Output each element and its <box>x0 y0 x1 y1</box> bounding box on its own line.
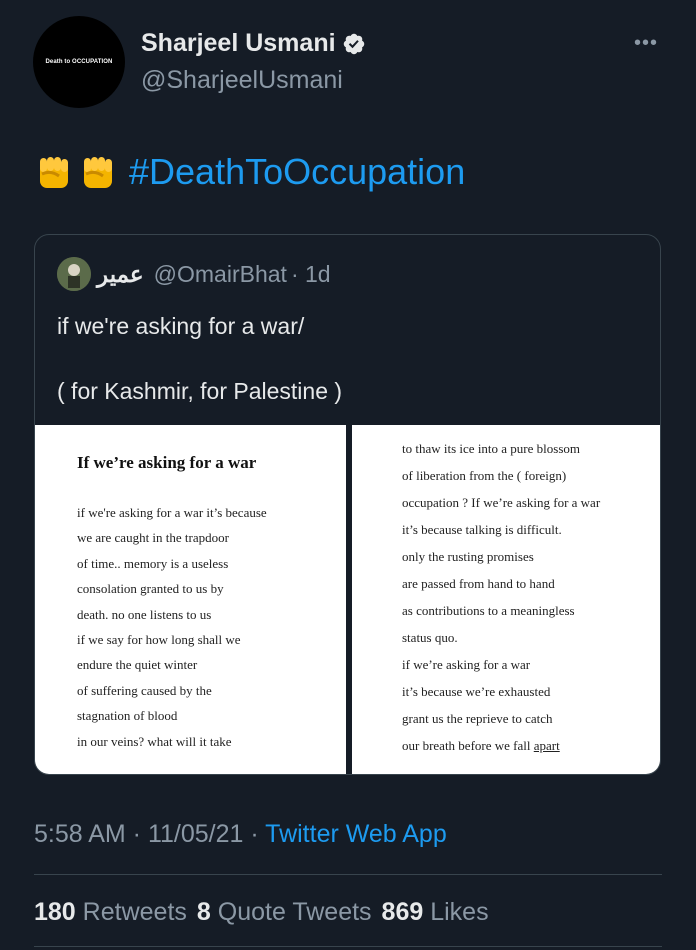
tweet-meta: 5:58 AM · 11/05/21 · Twitter Web App <box>34 820 447 849</box>
quoted-text-line1: if we're asking for a war/ <box>57 313 305 339</box>
quoted-tweet[interactable]: عمير @OmairBhat · 1d if we're asking for… <box>34 234 661 775</box>
author-avatar[interactable]: Death to OCCUPATION <box>33 16 125 108</box>
avatar-text: Death to OCCUPATION <box>45 59 113 65</box>
likes-count: 869 <box>381 898 424 926</box>
poem-line: of time.. memory is a useless <box>77 555 229 571</box>
poem-line-text: are passed from hand to hand <box>402 576 555 591</box>
poem-line: grant us the reprieve to catch <box>402 711 553 727</box>
tweet-text: #DeathToOccupation <box>37 151 465 193</box>
poem-line-text: if we’re asking for a war <box>402 657 531 672</box>
poem-line: only the rusting promises <box>402 549 534 565</box>
author-name[interactable]: Sharjeel Usmani <box>141 29 336 58</box>
quotes-label: Quote Tweets <box>217 898 372 926</box>
retweets-stat[interactable]: 180 Retweets <box>34 898 187 927</box>
poem-line-text: only the rusting promises <box>402 549 534 564</box>
avatar-image-icon <box>57 257 91 291</box>
poem-line: we are caught in the trapdoor <box>77 530 229 546</box>
verified-badge-icon <box>343 33 364 54</box>
poem-line-text: grant us the reprieve to catch <box>402 711 553 726</box>
poem-image-left[interactable]: If we’re asking for a war if we're askin… <box>35 425 346 774</box>
poem-line: in our veins? what will it take <box>77 733 232 749</box>
more-options-icon[interactable]: ••• <box>634 32 658 55</box>
poem-line: death. no one listens to us <box>77 606 212 622</box>
retweets-count: 180 <box>34 898 76 926</box>
poem-line-underlined: apart <box>533 738 560 753</box>
raised-fist-icon <box>40 157 68 188</box>
author-handle[interactable]: @SharjeelUsmani <box>141 66 343 95</box>
poem-line: of suffering caused by the <box>77 682 212 698</box>
poem-title: If we’re asking for a war <box>77 453 257 472</box>
poem-line: status quo. <box>402 630 458 646</box>
quoted-author-handle[interactable]: @OmairBhat <box>154 261 287 288</box>
hashtag-link[interactable]: #DeathToOccupation <box>129 151 465 193</box>
poem-line: if we're asking for a war it’s because <box>77 505 267 520</box>
quote-tweets-stat[interactable]: 8 Quote Tweets <box>197 898 372 927</box>
poem-line-text: to thaw its ice into a pure blossom <box>402 441 581 456</box>
poem-line: our breath before we fall apart <box>402 738 560 754</box>
quoted-text-line2: ( for Kashmir, for Palestine ) <box>57 378 343 404</box>
poem-line: consolation granted to us by <box>77 581 224 597</box>
poem-line-text: of liberation from the ( foreign) <box>402 468 567 483</box>
quotes-count: 8 <box>196 898 211 926</box>
poem-line: it’s because we’re exhausted <box>402 684 550 700</box>
poem-line-text: as contributions to a meaningless <box>402 603 575 618</box>
tweet-stats: 180 Retweets 8 Quote Tweets 869 Likes <box>34 898 499 927</box>
poem-line: endure the quiet winter <box>77 657 198 673</box>
divider <box>34 946 662 947</box>
poem-line-text: it’s because we’re exhausted <box>402 684 551 699</box>
retweets-label: Retweets <box>82 898 187 926</box>
poem-line: occupation ? If we’re asking for a war <box>402 495 600 511</box>
poem-line: as contributions to a meaningless <box>402 603 575 619</box>
poem-line: if we say for how long shall we <box>77 632 241 647</box>
quoted-author-name[interactable]: عمير <box>97 261 144 288</box>
likes-stat[interactable]: 869 Likes <box>382 898 489 927</box>
author-name-row[interactable]: Sharjeel Usmani <box>141 29 366 58</box>
poem-line-text: occupation ? If we’re asking for a war <box>402 495 601 510</box>
poem-line: are passed from hand to hand <box>402 576 555 592</box>
poem-line: of liberation from the ( foreign) <box>402 468 566 484</box>
tweet-timestamp[interactable]: 5:58 AM · 11/05/21 · <box>34 820 265 848</box>
divider <box>34 874 662 875</box>
quoted-avatar[interactable] <box>57 257 91 291</box>
poem-line: it’s because talking is difficult. <box>402 522 562 538</box>
poem-line: if we’re asking for a war <box>402 657 530 673</box>
poem-image-right[interactable]: to thaw its ice into a pure blossom of li… <box>352 425 660 774</box>
quoted-images: If we’re asking for a war if we're askin… <box>35 425 660 774</box>
tweet-source-app[interactable]: Twitter Web App <box>265 820 447 848</box>
quoted-tweet-header: عمير @OmairBhat · 1d <box>57 257 331 291</box>
raised-fist-icon <box>84 157 112 188</box>
poem-line: to thaw its ice into a pure blossom <box>402 441 580 457</box>
poem-line: stagnation of blood <box>77 708 178 724</box>
quoted-timestamp: · 1d <box>290 260 331 287</box>
likes-label: Likes <box>430 898 489 926</box>
poem-line-text: it’s because talking is difficult. <box>402 522 562 537</box>
poem-line-text: status quo. <box>402 630 458 645</box>
poem-line-text: our breath before we fall <box>402 738 534 753</box>
